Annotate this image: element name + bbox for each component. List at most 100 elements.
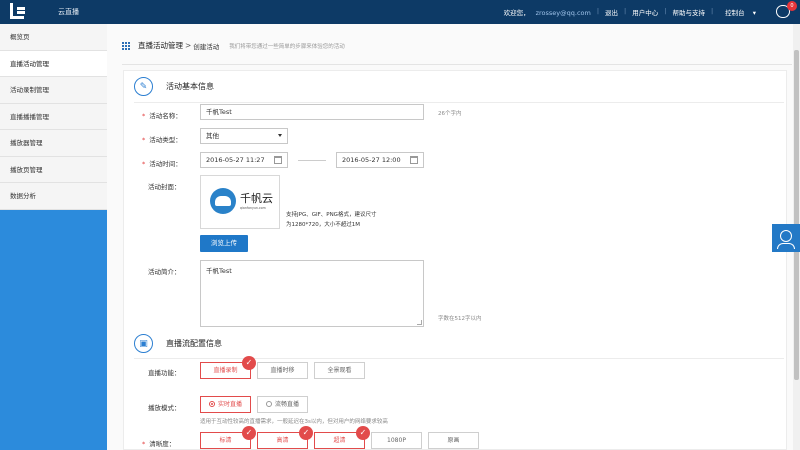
cover-brand-text: 千帆云	[240, 192, 273, 205]
time-range-divider	[298, 160, 326, 161]
activity-cover-label: 活动封面：	[148, 183, 181, 191]
divider: |	[710, 7, 714, 15]
create-activity-form: ✎ 活动基本信息 * 活动名称： 千帆Test 26个字内 * 活动类型： 其他 *…	[123, 70, 787, 450]
sidebar-item-recording[interactable]: 活动录制管理	[0, 77, 107, 104]
activity-intro-label: 活动简介：	[148, 268, 181, 276]
pencil-icon: ✎	[134, 77, 153, 96]
cover-image-preview: 千帆云 qianfanyun.com	[200, 175, 280, 229]
option-label: 超清	[333, 437, 346, 444]
sidebar-item-play-page[interactable]: 播放页管理	[0, 156, 107, 183]
breadcrumb-separator: >	[185, 41, 192, 50]
activity-type-label: * 活动类型：	[142, 136, 182, 144]
option-label: 流畅直播	[274, 401, 299, 408]
breadcrumb-parent[interactable]: 直播活动管理	[138, 40, 183, 51]
activity-intro-hint: 字数在512字以内	[438, 316, 482, 322]
grid-menu-icon	[122, 41, 131, 50]
check-icon: ✓	[356, 426, 370, 440]
activity-intro-value: 千帆Test	[206, 267, 232, 275]
function-option-timeshift[interactable]: 直播时移	[257, 362, 308, 379]
activity-time-label-text: 活动时间：	[149, 160, 182, 168]
check-icon: ✓	[242, 426, 256, 440]
page-hint: 我们将带您通过一些简单的步骤来体验您的活动	[229, 43, 345, 50]
function-option-recording[interactable]: 直播录制 ✓	[200, 356, 256, 379]
quality-option-original[interactable]: 原画	[428, 432, 479, 449]
user-center-link[interactable]: 用户中心	[632, 7, 658, 17]
main-content: 直播活动管理 > 创建活动 我们将带您通过一些简单的步骤来体验您的活动 ✎ 活动…	[107, 24, 800, 450]
top-navigation-bar: 云直播 欢迎您， zrossey@qq.com | 退出 | 用户中心 | 帮助与…	[0, 0, 800, 24]
start-time-value: 2016-05-27 11:27	[206, 156, 265, 164]
user-links: 欢迎您， zrossey@qq.com | 退出 | 用户中心 | 帮助与支持 |…	[492, 7, 756, 17]
divider	[134, 358, 784, 359]
sidebar-item-live-broadcast[interactable]: 直播播播管理	[0, 103, 107, 130]
activity-name-hint: 26个字内	[438, 111, 462, 117]
user-email[interactable]: zrossey@qq.com	[536, 9, 591, 17]
headset-icon	[780, 230, 792, 242]
activity-time-label: * 活动时间：	[142, 160, 182, 168]
chevron-down-icon: ▾	[752, 9, 756, 17]
activity-name-label-text: 活动名称：	[149, 112, 182, 120]
start-time-input[interactable]: 2016-05-27 11:27	[200, 152, 288, 168]
check-icon: ✓	[242, 356, 256, 370]
radio-icon	[265, 401, 272, 407]
resize-handle-icon[interactable]	[417, 320, 422, 325]
radio-selected-icon	[208, 401, 215, 407]
breadcrumb-current: 创建活动	[193, 42, 220, 51]
help-support-link[interactable]: 帮助与支持	[672, 7, 705, 17]
check-icon: ✓	[299, 426, 313, 440]
config-icon: ▣	[134, 334, 153, 353]
section-stream-config: ▣ 直播流配置信息	[134, 334, 222, 353]
divider: |	[624, 7, 627, 15]
activity-intro-textarea[interactable]: 千帆Test	[200, 260, 424, 327]
end-time-value: 2016-05-27 12:00	[342, 156, 401, 164]
sidebar: 概览页 直播活动管理 活动录制管理 直播播播管理 播放器管理 播放页管理 数据分…	[0, 24, 107, 450]
sidebar-item-analytics[interactable]: 数据分析	[0, 183, 107, 210]
option-label: 高清	[276, 437, 289, 444]
cover-url-text: qianfanyun.com	[240, 206, 266, 210]
notification-badge: 0	[787, 1, 797, 11]
sidebar-item-live-activity[interactable]: 直播活动管理	[0, 50, 107, 77]
activity-type-label-text: 活动类型：	[149, 136, 182, 144]
option-label: 实时直播	[217, 401, 242, 408]
quality-label-text: 清晰度：	[149, 440, 176, 448]
quality-option-hd[interactable]: 高清 ✓	[257, 426, 313, 449]
breadcrumb: 直播活动管理 > 创建活动 我们将带您通过一些简单的步骤来体验您的活动	[122, 40, 345, 51]
customer-support-button[interactable]	[772, 224, 800, 252]
mode-option-smooth[interactable]: 流畅直播	[257, 396, 308, 413]
scrollbar-thumb[interactable]	[794, 50, 799, 380]
activity-name-label: * 活动名称：	[142, 112, 182, 120]
cloud-logo-icon	[210, 188, 236, 214]
person-icon	[777, 243, 795, 249]
calendar-icon[interactable]	[410, 156, 418, 164]
section-basic-info: ✎ 活动基本信息	[134, 77, 214, 96]
console-link[interactable]: 控制台 ▾	[719, 7, 756, 17]
quality-option-1080p[interactable]: 1080P	[371, 432, 422, 449]
welcome-text: 欢迎您， zrossey@qq.com	[498, 7, 591, 17]
upload-button[interactable]: 浏览上传	[200, 235, 248, 252]
sidebar-item-player[interactable]: 播放器管理	[0, 130, 107, 157]
mode-option-realtime[interactable]: 实时直播	[200, 396, 251, 413]
divider: |	[596, 7, 600, 15]
sidebar-item-overview[interactable]: 概览页	[0, 24, 107, 51]
welcome-label: 欢迎您，	[503, 9, 530, 17]
activity-name-input[interactable]: 千帆Test	[200, 104, 424, 120]
calendar-icon[interactable]	[274, 156, 282, 164]
option-label: 标清	[219, 437, 232, 444]
dropdown-arrow-icon	[278, 134, 282, 137]
end-time-input[interactable]: 2016-05-27 12:00	[336, 152, 424, 168]
section-title: 直播流配置信息	[166, 339, 222, 348]
divider	[122, 64, 792, 65]
letv-logo[interactable]	[10, 3, 44, 21]
cover-hint-size: 为1280*720，大小不超过1M	[286, 222, 360, 228]
activity-type-value: 其他	[206, 132, 219, 140]
section-title: 活动基本信息	[166, 82, 214, 91]
function-option-panorama[interactable]: 全景观看	[314, 362, 365, 379]
stream-function-label: 直播功能：	[148, 369, 181, 377]
play-mode-hint: 适用于互动性较高的直播需求，一般延迟在3s以内，但对用户的网络要求较高	[200, 419, 388, 425]
logout-link[interactable]: 退出	[605, 7, 618, 17]
divider	[134, 102, 784, 103]
activity-type-select[interactable]: 其他	[200, 128, 288, 144]
quality-option-sd[interactable]: 标清 ✓	[200, 426, 256, 449]
quality-label: * 清晰度：	[142, 440, 176, 448]
quality-option-uhd[interactable]: 超清 ✓	[314, 426, 370, 449]
cover-hint-format: 支持JPG、GIF、PNG格式，建议尺寸	[286, 212, 377, 218]
